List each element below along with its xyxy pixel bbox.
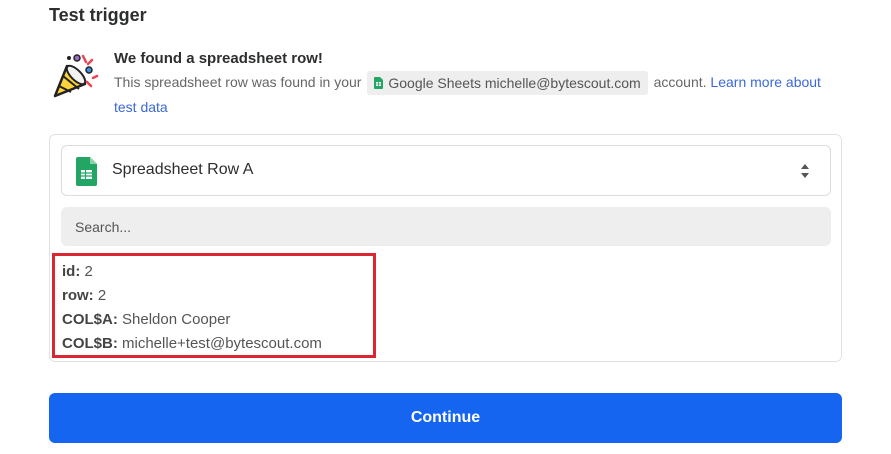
record-select[interactable]: Spreadsheet Row A xyxy=(61,145,831,196)
found-title: We found a spreadsheet row! xyxy=(114,50,323,67)
chevron-up-down-icon xyxy=(801,164,809,178)
google-sheets-icon xyxy=(76,157,97,186)
app-chip-label: Google Sheets michelle@bytescout.com xyxy=(388,75,641,92)
field-key: COL$B: xyxy=(62,335,118,352)
select-label: Spreadsheet Row A xyxy=(112,161,254,178)
field-key: row: xyxy=(62,287,94,304)
field-row: row: 2 xyxy=(62,284,373,308)
field-key: COL$A: xyxy=(62,311,118,328)
test-data-panel: Spreadsheet Row A id: 2 row: 2 COL$A: Sh… xyxy=(49,134,842,362)
section-title: Test trigger xyxy=(49,5,147,25)
field-row: COL$B: michelle+test@bytescout.com xyxy=(62,332,373,356)
continue-button[interactable]: Continue xyxy=(49,393,842,443)
field-value: Sheldon Cooper xyxy=(122,311,231,328)
field-row: id: 2 xyxy=(62,260,373,284)
highlighted-fields: id: 2 row: 2 COL$A: Sheldon Cooper COL$B… xyxy=(52,253,376,358)
google-sheets-icon xyxy=(374,77,384,90)
field-value: michelle+test@bytescout.com xyxy=(122,335,322,352)
party-popper-icon xyxy=(53,54,99,98)
field-value: 2 xyxy=(84,263,93,280)
found-desc-after: account. xyxy=(653,74,707,90)
field-row: COL$A: Sheldon Cooper xyxy=(62,308,373,332)
app-account-chip: Google Sheets michelle@bytescout.com xyxy=(367,71,648,96)
found-desc-before: This spreadsheet row was found in your xyxy=(114,74,362,90)
field-value: 2 xyxy=(97,287,107,304)
field-key: id: xyxy=(62,263,81,280)
found-description: This spreadsheet row was found in your G… xyxy=(114,70,824,119)
search-input[interactable] xyxy=(61,207,831,246)
